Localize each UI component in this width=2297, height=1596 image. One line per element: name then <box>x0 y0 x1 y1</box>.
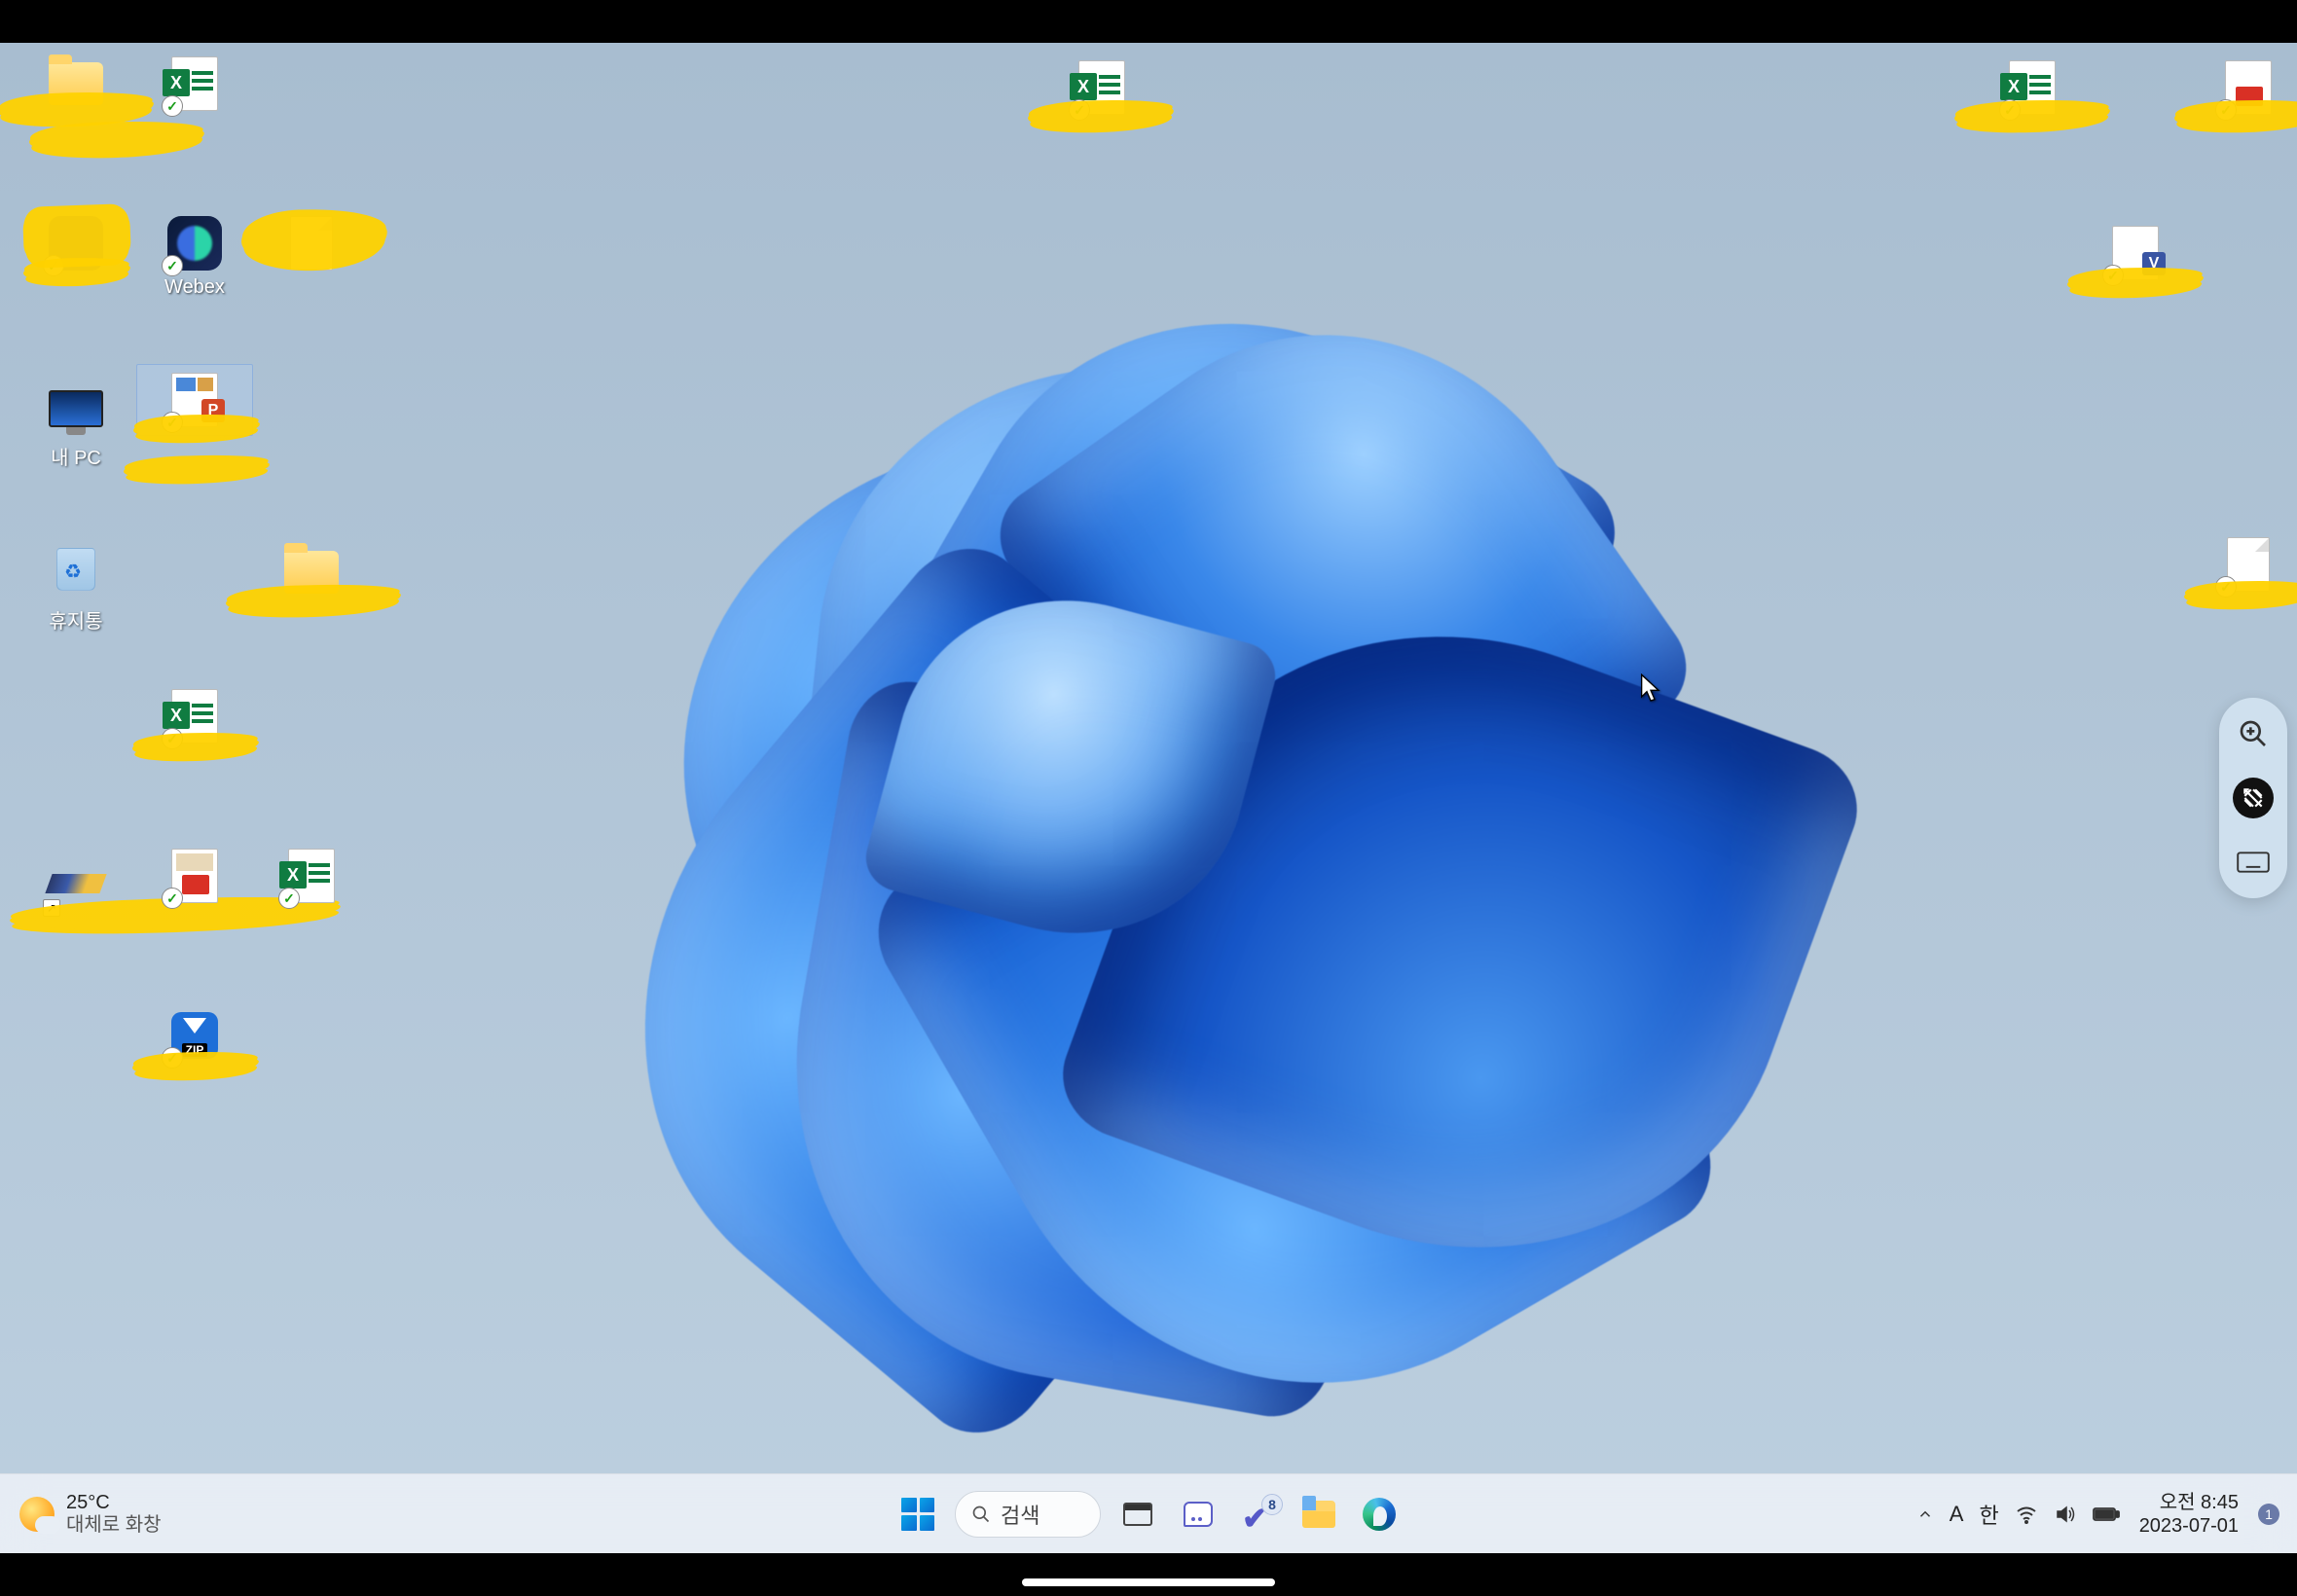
clock-time: 오전 8:45 <box>2139 1491 2239 1514</box>
sync-badge-icon <box>162 255 183 276</box>
battery-icon <box>2093 1505 2120 1523</box>
device-frame: Webex 내 PC <box>0 0 2297 1596</box>
webex-icon <box>164 212 226 274</box>
icon-label: Webex <box>164 276 225 299</box>
edge-icon <box>1363 1498 1396 1531</box>
notification-count: 1 <box>2265 1506 2273 1522</box>
todo-icon: ✔ 8 <box>1242 1500 1275 1529</box>
ime-language-indicator[interactable]: 한 <box>1979 1499 1998 1530</box>
desktop-icon-excel-file[interactable] <box>253 841 370 911</box>
monitor-icon <box>45 378 107 440</box>
weather-condition: 대체로 화창 <box>66 1514 162 1537</box>
taskbar: 25°C 대체로 화창 검색 <box>0 1473 2297 1553</box>
desktop-icon-pdf-file[interactable] <box>136 841 253 911</box>
chevron-up-icon <box>1916 1505 1934 1523</box>
battery-button[interactable] <box>2093 1505 2120 1523</box>
chat-icon <box>1184 1502 1213 1527</box>
task-view-icon <box>1123 1503 1152 1526</box>
desktop-icons-layer: Webex 내 PC <box>0 43 2297 1553</box>
desktop-icon-excel-file[interactable] <box>1043 53 1160 123</box>
edge-button[interactable] <box>1356 1491 1403 1538</box>
system-tray: A 한 <box>1916 1499 2120 1530</box>
file-explorer-icon <box>1302 1501 1335 1528</box>
weather-text: 25°C 대체로 화창 <box>66 1492 162 1537</box>
todo-button[interactable]: ✔ 8 <box>1235 1491 1282 1538</box>
desktop-icon-recycle-bin[interactable]: ♻ 휴지통 <box>18 537 134 637</box>
remote-assist-toolbar <box>2219 698 2287 898</box>
tray-overflow-button[interactable] <box>1916 1505 1934 1523</box>
excel-file-icon <box>164 53 226 115</box>
sync-badge-icon <box>162 888 183 909</box>
clock-date: 2023-07-01 <box>2139 1514 2239 1538</box>
desktop-icon-pdf-file[interactable] <box>2190 53 2297 123</box>
desktop-icon-powerpoint-file-selected[interactable] <box>136 364 253 436</box>
task-view-button[interactable] <box>1114 1491 1161 1538</box>
desktop-icon-folder[interactable] <box>18 49 134 119</box>
desktop-icon-excel-file[interactable] <box>1974 53 2091 123</box>
keyboard-button[interactable] <box>2233 842 2274 883</box>
volume-button[interactable] <box>2054 1503 2077 1526</box>
desktop-icon-zip-app[interactable]: ZIP <box>136 1000 253 1070</box>
desktop-icon-visio-file[interactable] <box>2077 218 2194 288</box>
start-button[interactable] <box>894 1491 941 1538</box>
recycle-bin-icon: ♻ <box>45 541 107 603</box>
wifi-icon <box>2015 1503 2038 1526</box>
icon-label: 휴지통 <box>49 605 102 634</box>
chat-button[interactable] <box>1175 1491 1221 1538</box>
windows-logo-icon <box>901 1498 934 1531</box>
desktop-icon-app[interactable] <box>18 208 134 278</box>
desktop-icon-folder[interactable] <box>253 537 370 607</box>
taskbar-right: A 한 <box>1916 1474 2279 1553</box>
taskbar-search[interactable]: 검색 <box>955 1491 1101 1538</box>
desktop-icon-file[interactable] <box>2190 529 2297 599</box>
icon-label: 내 PC <box>51 442 101 470</box>
search-placeholder: 검색 <box>1001 1499 1039 1530</box>
excel-file-icon <box>280 845 343 907</box>
zoom-in-button[interactable] <box>2233 713 2274 754</box>
file-explorer-button[interactable] <box>1295 1491 1342 1538</box>
taskbar-center: 검색 ✔ 8 <box>894 1491 1403 1538</box>
ime-mode-indicator[interactable]: A <box>1950 1502 1964 1527</box>
wifi-button[interactable] <box>2015 1503 2038 1526</box>
desktop-icon-shortcut[interactable]: ↗ <box>18 849 134 919</box>
sync-badge-icon <box>162 95 183 117</box>
desktop-icon-file[interactable] <box>253 208 370 278</box>
todo-badge: 8 <box>1261 1494 1283 1515</box>
weather-temp: 25°C <box>66 1492 162 1514</box>
taskbar-weather-widget[interactable]: 25°C 대체로 화창 <box>19 1474 162 1553</box>
notification-center-button[interactable]: 1 <box>2258 1504 2279 1525</box>
weather-icon <box>19 1497 55 1532</box>
home-indicator[interactable] <box>1022 1578 1275 1586</box>
sync-badge-icon <box>278 888 300 909</box>
desktop-icon-excel-file[interactable] <box>136 681 253 751</box>
desktop-icon-this-pc[interactable]: 내 PC <box>18 374 134 474</box>
desktop-icon-webex[interactable]: Webex <box>136 208 253 303</box>
volume-icon <box>2054 1503 2077 1526</box>
remote-connection-button[interactable] <box>2233 778 2274 818</box>
pdf-file-icon <box>164 845 226 907</box>
windows-desktop[interactable]: Webex 내 PC <box>0 43 2297 1553</box>
desktop-icon-excel-file[interactable] <box>136 49 253 119</box>
search-icon <box>971 1505 991 1524</box>
taskbar-clock[interactable]: 오전 8:45 2023-07-01 <box>2139 1491 2239 1538</box>
